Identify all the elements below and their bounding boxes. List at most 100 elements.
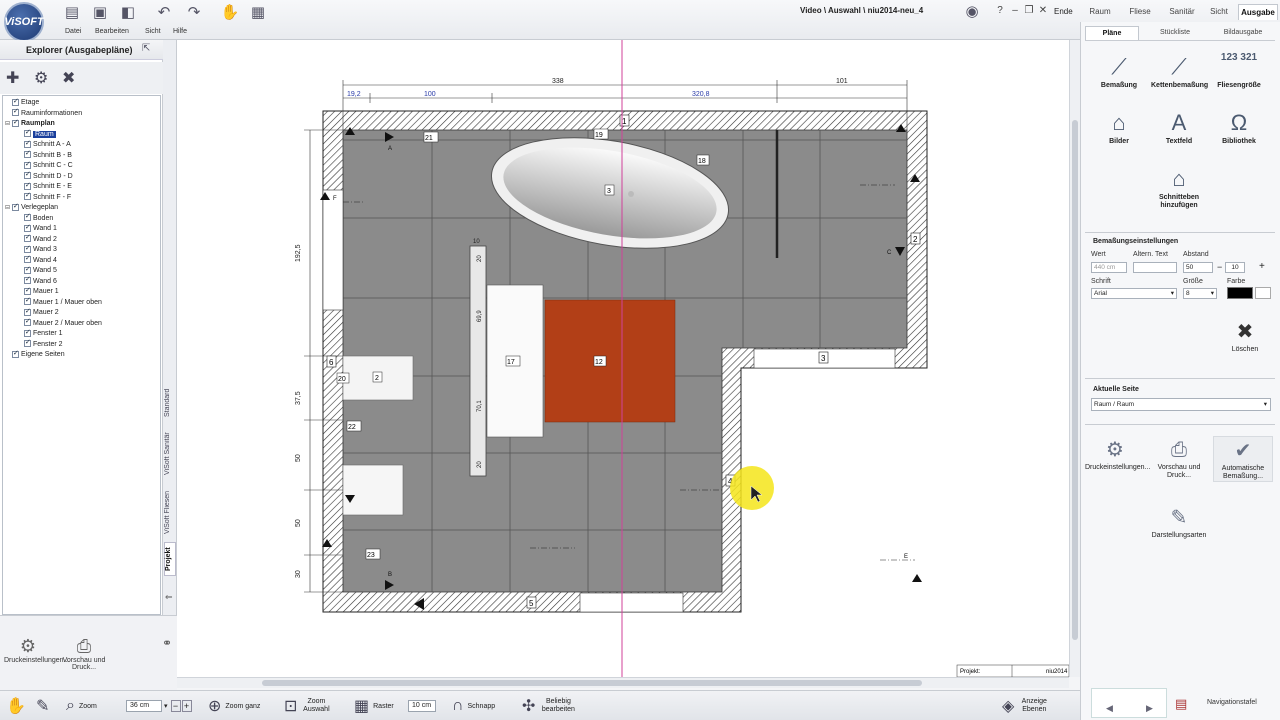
size-select[interactable]: 8 ▾ xyxy=(1183,288,1217,299)
tree-checkbox[interactable] xyxy=(24,233,31,243)
chain-dimension-button[interactable]: ⟋ Kettenbemaßung xyxy=(1151,52,1208,90)
wc[interactable] xyxy=(342,464,404,516)
abstand-step-input[interactable]: 10 xyxy=(1225,262,1245,273)
library-button[interactable]: Ω Bibliothek xyxy=(1211,108,1267,146)
tree-item[interactable]: Raum xyxy=(17,128,56,140)
tree-item[interactable]: Wand 4 xyxy=(17,254,57,266)
tree-checkbox[interactable] xyxy=(12,349,19,359)
tree-checkbox[interactable] xyxy=(24,149,31,159)
binoculars-icon[interactable]: ⚭ xyxy=(162,636,172,650)
nav-preview[interactable]: ◀ ▶ xyxy=(1091,688,1167,718)
tree-checkbox[interactable] xyxy=(24,170,31,180)
tree-item[interactable]: Eigene Seiten xyxy=(5,349,65,360)
tree-item[interactable]: Etage xyxy=(5,97,39,108)
delete-button[interactable]: ✖ Löschen xyxy=(1215,318,1275,354)
layers-button[interactable]: ◈ Anzeige Ebenen xyxy=(1002,691,1050,720)
zoom-tool[interactable]: ⌕ Zoom xyxy=(66,691,97,720)
camera-icon[interactable]: ◉ xyxy=(962,1,982,21)
minimize-icon[interactable]: – xyxy=(1008,4,1022,18)
wand-icon[interactable]: ✋ xyxy=(220,2,240,22)
image-button[interactable]: ⌂ Bilder xyxy=(1091,108,1147,146)
vtab-projekt[interactable]: Projekt xyxy=(164,542,176,576)
tree-checkbox[interactable] xyxy=(24,275,31,285)
nav-right-icon[interactable]: ▶ xyxy=(1146,703,1153,714)
tree-item[interactable]: Wand 1 xyxy=(17,223,57,234)
grid-input[interactable]: 10 cm xyxy=(408,700,436,712)
display-mode-button[interactable]: ✎ Darstellungsarten xyxy=(1149,504,1209,540)
tree-item[interactable]: Wand 6 xyxy=(17,275,57,287)
tree-checkbox[interactable] xyxy=(12,107,19,117)
color-swatch[interactable] xyxy=(1227,287,1253,299)
zoom-all-button[interactable]: ⊕ Zoom ganz xyxy=(208,691,260,720)
tab-raum[interactable]: Raum xyxy=(1084,4,1116,20)
horizontal-scroll-thumb[interactable] xyxy=(262,680,922,686)
tree-checkbox[interactable] xyxy=(24,328,31,338)
free-edit-button[interactable]: ✣ Beliebig bearbeiten xyxy=(522,691,577,720)
collapse-icon[interactable]: ⊟ xyxy=(5,119,12,129)
horizontal-scrollbar[interactable] xyxy=(177,677,1069,688)
tree-checkbox[interactable] xyxy=(24,223,31,233)
view-icon[interactable]: ◧ xyxy=(118,2,138,22)
tree-checkbox[interactable] xyxy=(12,118,19,128)
subtab-plaene[interactable]: Pläne xyxy=(1085,26,1139,40)
current-page-select[interactable]: Raum / Raum ▾ xyxy=(1091,398,1271,411)
file-icon[interactable]: ▤ xyxy=(62,2,82,22)
collapse-icon[interactable]: ⊟ xyxy=(5,203,12,213)
tree-checkbox[interactable] xyxy=(24,139,31,149)
collapse-icon[interactable]: ⇐ xyxy=(165,592,173,603)
abstand-input[interactable]: 50 xyxy=(1183,262,1213,273)
print-settings-button[interactable]: ⚙ Druckeinstellungen... xyxy=(4,636,69,664)
tree-checkbox[interactable] xyxy=(24,286,31,296)
edit-icon[interactable]: ▣ xyxy=(90,2,110,22)
screen-icon[interactable]: ▦ xyxy=(248,2,268,22)
menu-edit[interactable]: Bearbeiten xyxy=(95,28,129,35)
tree-checkbox[interactable] xyxy=(24,296,31,306)
nav-left-icon[interactable]: ◀ xyxy=(1106,703,1113,714)
font-select[interactable]: Arial ▾ xyxy=(1091,288,1177,299)
tree-checkbox[interactable] xyxy=(24,265,31,275)
drawing-canvas[interactable]: 338 101 19,2 100 320,8 192,5 37,5 50 50 … xyxy=(177,40,1069,677)
auto-dimension-button[interactable]: ✔ Automatische Bemaßung... xyxy=(1213,436,1273,482)
tree-item[interactable]: Mauer 2 xyxy=(17,307,59,318)
zoom-plus-button[interactable]: + xyxy=(181,700,192,712)
tree-checkbox[interactable] xyxy=(24,317,31,327)
tab-fliese[interactable]: Fliese xyxy=(1122,4,1158,20)
right-preview-print-button[interactable]: ⎙ Vorschau und Druck... xyxy=(1149,436,1209,480)
delete-plan-icon[interactable]: ✖ xyxy=(62,68,75,88)
wert-input[interactable]: 440 cm xyxy=(1091,262,1127,273)
tree-item[interactable]: Boden xyxy=(17,212,53,224)
tree-checkbox[interactable] xyxy=(24,160,31,170)
tree-checkbox[interactable] xyxy=(24,212,31,222)
vertical-scrollbar[interactable] xyxy=(1069,40,1080,677)
popout-icon[interactable]: ⇱ xyxy=(142,43,150,54)
tree-checkbox[interactable] xyxy=(24,181,31,191)
tree-item[interactable]: ⊟ Verlegeplan xyxy=(5,202,58,213)
rug[interactable] xyxy=(544,299,676,423)
redo-icon[interactable]: ↷ xyxy=(184,2,204,22)
tree-checkbox[interactable] xyxy=(24,254,31,264)
preview-print-button[interactable]: ⎙ Vorschau und Druck... xyxy=(60,636,108,671)
tree-checkbox[interactable] xyxy=(24,128,31,138)
hand-tool[interactable]: ✋ xyxy=(6,691,30,720)
menu-help[interactable]: Hilfe xyxy=(173,28,187,35)
zoom-minus-button[interactable]: − xyxy=(170,700,181,712)
snap-button[interactable]: ∩ Schnapp xyxy=(452,691,495,720)
textfield-button[interactable]: A Textfeld xyxy=(1151,108,1207,146)
undo-icon[interactable]: ↶ xyxy=(154,2,174,22)
color-picker-button[interactable] xyxy=(1255,287,1271,299)
restore-icon[interactable]: ❐ xyxy=(1022,4,1036,18)
zoom-input[interactable]: 36 cm xyxy=(126,700,162,712)
tree-checkbox[interactable] xyxy=(24,191,31,201)
close-icon[interactable]: ✕ xyxy=(1036,4,1050,18)
tree-checkbox[interactable] xyxy=(12,97,19,107)
abstand-minus-button[interactable]: − xyxy=(1217,262,1222,272)
tree-item[interactable]: Mauer 1 xyxy=(17,286,59,297)
menu-file[interactable]: Datei xyxy=(65,28,81,35)
tile-size-button[interactable]: 123 321 Fliesengröße xyxy=(1211,52,1267,90)
tab-sicht[interactable]: Sicht xyxy=(1204,4,1234,20)
grid-button[interactable]: ▦ Raster xyxy=(354,691,394,720)
add-section-button[interactable]: ⌂ Schnitteben hinzufügen xyxy=(1151,164,1207,210)
vtab-visoft-fliesen[interactable]: ViSoft Fliesen xyxy=(164,484,176,540)
menu-view[interactable]: Sicht xyxy=(145,28,161,35)
app-logo[interactable]: ViSOFT xyxy=(4,2,44,42)
